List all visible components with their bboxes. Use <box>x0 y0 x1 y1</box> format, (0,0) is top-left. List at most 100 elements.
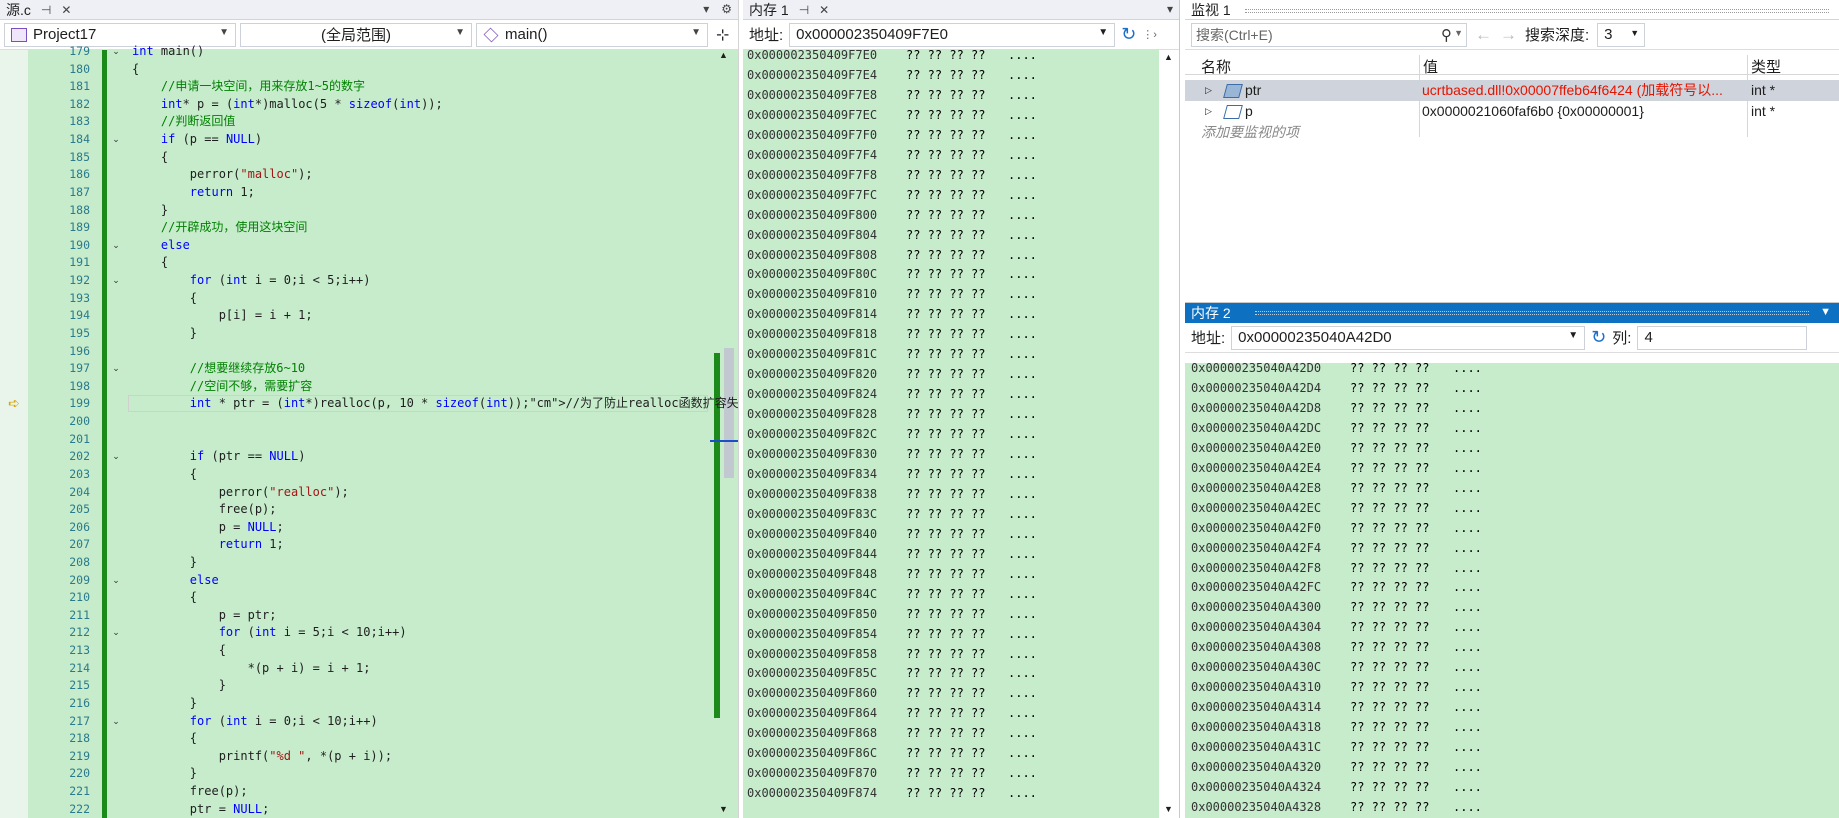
memory-row[interactable]: 0x000002350409F834 ?? ?? ?? ??.... <box>743 464 1159 484</box>
memory-chars[interactable]: .... <box>1008 205 1037 225</box>
memory-bytes[interactable]: ?? ?? ?? ?? <box>906 723 985 743</box>
memory-row[interactable]: 0x00000235040A42FC ?? ?? ?? ??.... <box>1185 577 1839 597</box>
memory-bytes[interactable]: ?? ?? ?? ?? <box>906 783 985 803</box>
memory-chars[interactable]: .... <box>1008 45 1037 65</box>
memory-row[interactable]: 0x000002350409F824 ?? ?? ?? ??.... <box>743 384 1159 404</box>
memory-row[interactable]: 0x00000235040A42E8 ?? ?? ?? ??.... <box>1185 478 1839 498</box>
memory-row[interactable]: 0x000002350409F830 ?? ?? ?? ??.... <box>743 444 1159 464</box>
memory-bytes[interactable]: ?? ?? ?? ?? <box>1350 458 1429 478</box>
memory-row[interactable]: 0x000002350409F850 ?? ?? ?? ??.... <box>743 604 1159 624</box>
code-editor[interactable]: ▲ ▼ 179 ⌄ int main() 180 {181 //申请一块空间，用来存放1… <box>0 44 738 818</box>
code-line[interactable]: //想要继续存放6~10 <box>132 360 305 378</box>
code-line[interactable]: int* p = (int*)malloc(5 * sizeof(int)); <box>132 96 443 114</box>
memory-bytes[interactable]: ?? ?? ?? ?? <box>1350 418 1429 438</box>
memory-bytes[interactable]: ?? ?? ?? ?? <box>906 245 985 265</box>
code-line[interactable]: ptr = NULL; <box>132 801 270 818</box>
editor-tab[interactable]: 源.c ⊣ ✕ ▾ ⚙ <box>0 0 738 20</box>
memory-row[interactable]: 0x00000235040A42D8 ?? ?? ?? ??.... <box>1185 398 1839 418</box>
back-arrow-icon[interactable]: ← <box>1475 25 1492 45</box>
memory-row[interactable]: 0x000002350409F844 ?? ?? ?? ??.... <box>743 544 1159 564</box>
memory-bytes[interactable]: ?? ?? ?? ?? <box>906 125 985 145</box>
memory-chars[interactable]: .... <box>1008 65 1037 85</box>
memory-chars[interactable]: .... <box>1008 743 1037 763</box>
memory-chars[interactable]: .... <box>1008 683 1037 703</box>
code-line[interactable]: { <box>132 466 197 484</box>
col-name[interactable]: 名称 <box>1201 56 1231 77</box>
memory-chars[interactable]: .... <box>1453 657 1482 677</box>
memory2-tab[interactable]: 内存 2 ▼ <box>1185 303 1839 323</box>
memory-bytes[interactable]: ?? ?? ?? ?? <box>906 624 985 644</box>
col-type[interactable]: 类型 <box>1751 56 1781 77</box>
memory-row[interactable]: 0x000002350409F818 ?? ?? ?? ??.... <box>743 324 1159 344</box>
code-line[interactable]: if (ptr == NULL) <box>132 448 306 466</box>
memory-bytes[interactable]: ?? ?? ?? ?? <box>1350 617 1429 637</box>
grip[interactable] <box>1245 9 1829 13</box>
memory-bytes[interactable]: ?? ?? ?? ?? <box>1350 498 1429 518</box>
memory-bytes[interactable]: ?? ?? ?? ?? <box>1350 558 1429 578</box>
memory-bytes[interactable]: ?? ?? ?? ?? <box>906 604 985 624</box>
memory-row[interactable]: 0x000002350409F814 ?? ?? ?? ??.... <box>743 304 1159 324</box>
memory-row[interactable]: 0x000002350409F838 ?? ?? ?? ??.... <box>743 484 1159 504</box>
memory-bytes[interactable]: ?? ?? ?? ?? <box>906 763 985 783</box>
memory-row[interactable]: 0x00000235040A42E4 ?? ?? ?? ??.... <box>1185 458 1839 478</box>
memory-chars[interactable]: .... <box>1453 577 1482 597</box>
memory-chars[interactable]: .... <box>1453 637 1482 657</box>
code-line[interactable]: //申请一块空间，用来存放1~5的数字 <box>132 78 365 96</box>
memory-chars[interactable]: .... <box>1453 697 1482 717</box>
memory-bytes[interactable]: ?? ?? ?? ?? <box>906 424 985 444</box>
memory-row[interactable]: 0x000002350409F86C ?? ?? ?? ??.... <box>743 743 1159 763</box>
memory-chars[interactable]: .... <box>1008 763 1037 783</box>
watch-row-p[interactable]: ▷ p 0x0000021060faf6b0 {0x00000001} int … <box>1185 101 1839 122</box>
memory-row[interactable]: 0x000002350409F854 ?? ?? ?? ??.... <box>743 624 1159 644</box>
watch-search-input[interactable]: 搜索(Ctrl+E) ⚲ ▼ <box>1191 22 1467 47</box>
execution-pointer-icon[interactable]: ➪ <box>8 395 24 411</box>
fold-toggle-icon[interactable]: ⌄ <box>110 572 122 590</box>
memory-chars[interactable]: .... <box>1008 85 1037 105</box>
memory1-tab[interactable]: 内存 1 ⊣ ✕ ▾ <box>743 0 1179 20</box>
memory1-grid[interactable]: 0x000002350409F7E0?? ?? ?? ??.... 0x00000… <box>743 48 1159 818</box>
memory-bytes[interactable]: ?? ?? ?? ?? <box>1350 697 1429 717</box>
memory-chars[interactable]: .... <box>1453 737 1482 757</box>
memory-chars[interactable]: .... <box>1008 584 1037 604</box>
memory-bytes[interactable]: ?? ?? ?? ?? <box>1350 657 1429 677</box>
memory-bytes[interactable]: ?? ?? ?? ?? <box>906 284 985 304</box>
memory-bytes[interactable]: ?? ?? ?? ?? <box>906 663 985 683</box>
fold-toggle-icon[interactable]: ⌄ <box>110 272 122 290</box>
columns-input[interactable]: 4 <box>1637 325 1808 350</box>
code-line[interactable]: p[i] = i + 1; <box>132 307 313 325</box>
memory-chars[interactable]: .... <box>1453 378 1482 398</box>
memory-bytes[interactable]: ?? ?? ?? ?? <box>906 384 985 404</box>
code-line[interactable]: return 1; <box>132 536 284 554</box>
memory-bytes[interactable]: ?? ?? ?? ?? <box>906 544 985 564</box>
memory-bytes[interactable]: ?? ?? ?? ?? <box>906 45 985 65</box>
fold-toggle-icon[interactable]: ⌄ <box>110 131 122 149</box>
watch-row-ptr[interactable]: ▷ ptr ucrtbased.dll!0x00007ffeb64f6424 (… <box>1185 80 1839 101</box>
memory-chars[interactable]: .... <box>1008 384 1037 404</box>
memory-row[interactable]: 0x000002350409F7F4 ?? ?? ?? ??.... <box>743 145 1159 165</box>
memory-row[interactable]: 0x000002350409F85C ?? ?? ?? ??.... <box>743 663 1159 683</box>
breakpoint-margin[interactable] <box>0 50 28 818</box>
memory-bytes[interactable]: ?? ?? ?? ?? <box>906 145 985 165</box>
memory-row[interactable]: 0x000002350409F800 ?? ?? ?? ??.... <box>743 205 1159 225</box>
memory-bytes[interactable]: ?? ?? ?? ?? <box>906 225 985 245</box>
code-line[interactable]: return 1; <box>132 184 255 202</box>
code-line[interactable]: } <box>132 677 226 695</box>
memory-chars[interactable]: .... <box>1453 418 1482 438</box>
memory-row[interactable]: 0x00000235040A430C ?? ?? ?? ??.... <box>1185 657 1839 677</box>
code-line[interactable]: } <box>132 765 197 783</box>
memory-row[interactable]: 0x00000235040A42F8 ?? ?? ?? ??.... <box>1185 558 1839 578</box>
close-icon[interactable]: ✕ <box>819 3 829 17</box>
code-line[interactable]: { <box>132 730 197 748</box>
memory-row[interactable]: 0x00000235040A42DC ?? ?? ?? ??.... <box>1185 418 1839 438</box>
code-line[interactable]: int main() <box>132 43 204 61</box>
memory-row[interactable]: 0x000002350409F848 ?? ?? ?? ??.... <box>743 564 1159 584</box>
function-dropdown[interactable]: main() ▼ <box>476 22 708 47</box>
memory-row[interactable]: 0x000002350409F858 ?? ?? ?? ??.... <box>743 644 1159 664</box>
memory-row[interactable]: 0x000002350409F7E8 ?? ?? ?? ??.... <box>743 85 1159 105</box>
memory-bytes[interactable]: ?? ?? ?? ?? <box>906 644 985 664</box>
fold-toggle-icon[interactable]: ⌄ <box>110 237 122 255</box>
code-line[interactable]: { <box>132 589 197 607</box>
memory-row[interactable]: 0x00000235040A4324 ?? ?? ?? ??.... <box>1185 777 1839 797</box>
memory-row[interactable]: 0x00000235040A4300 ?? ?? ?? ??.... <box>1185 597 1839 617</box>
memory-bytes[interactable]: ?? ?? ?? ?? <box>906 524 985 544</box>
